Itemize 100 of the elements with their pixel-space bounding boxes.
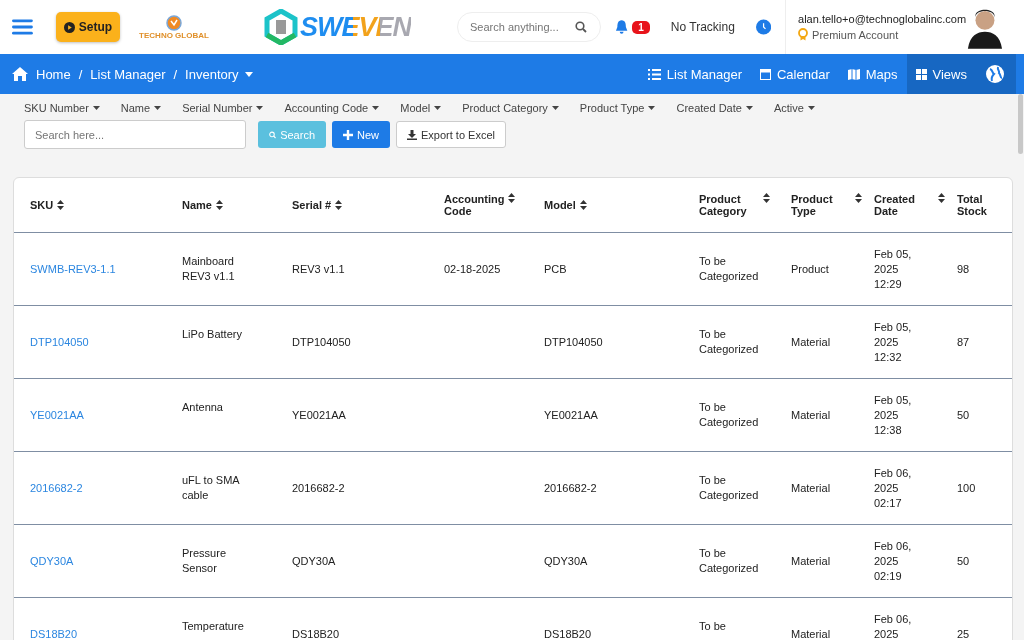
sku-link[interactable]: DTP104050 [30,335,89,348]
filter-dropdown[interactable]: Accounting Code [284,102,380,114]
grid-icon [915,68,927,80]
sort-icon[interactable] [508,193,515,203]
award-icon [798,28,809,41]
table-cell: Material [791,554,831,567]
table-cell: Feb 05, 2025 12:29 [874,247,912,290]
search-field[interactable]: Search here... [24,120,246,149]
caret-icon [154,106,162,110]
caret-icon [92,106,100,110]
company-logo-text: TECHNO GLOBAL [139,30,209,40]
table-cell: YE0021AA [544,408,598,421]
table-cell: Feb 06, 2025 02:17 [874,466,912,509]
column-header[interactable]: Serial # [292,199,332,211]
clock-icon[interactable] [755,19,772,35]
table-cell: 2016682-2 [544,481,597,494]
table-cell: To be Categorized [699,401,759,428]
sort-icon[interactable] [938,193,945,203]
filter-dropdown[interactable]: Serial Number [182,102,264,114]
sort-icon[interactable] [579,200,587,210]
nav-menu-item[interactable]: List Manager [638,54,751,94]
table-cell: Temperature [182,620,244,632]
table-cell: To be Categorized [699,474,759,501]
home-icon[interactable] [12,67,28,81]
table-cell: Feb 06, 2025 02:19 [874,539,912,582]
notification-badge: 1 [632,20,650,34]
column-header[interactable]: Created Date [874,193,934,217]
sort-icon[interactable] [57,200,65,210]
table-cell: 50 [957,408,970,421]
table-cell: Material [791,481,831,494]
column-header[interactable]: SKU [30,199,54,211]
table-cell: 100 [957,481,976,494]
breadcrumb-separator: / [78,66,83,82]
account-type: Premium Account [812,28,899,41]
table-cell: QDY30A [544,554,588,567]
column-header[interactable]: Total Stock [957,193,997,217]
table-cell: To be [699,620,726,632]
filter-dropdown[interactable]: Created Date [676,102,753,114]
table-cell: DTP104050 [292,335,351,348]
breadcrumb-link[interactable]: List Manager [90,66,166,82]
table-cell: Feb 05, 2025 12:32 [874,320,912,363]
scrollbar[interactable] [1018,94,1023,154]
table-cell: To be Categorized [699,255,759,282]
table-cell: DTP104050 [544,335,603,348]
caret-icon [256,106,264,110]
caret-icon [434,106,442,110]
column-header[interactable]: Product Type [791,193,851,217]
table-cell: 87 [957,335,970,348]
setup-button[interactable]: Setup [55,12,120,42]
table-cell: Pressure Sensor [182,547,227,574]
sort-icon[interactable] [335,200,343,210]
sku-link[interactable]: YE0021AA [30,408,84,421]
caret-icon [244,71,253,77]
sku-link[interactable]: SWMB-REV3-1.1 [30,262,116,275]
table-cell: Material [791,408,831,421]
table-cell: To be Categorized [699,328,759,355]
nav-menu-item[interactable]: Calendar [751,54,839,94]
table-cell: Antenna [182,401,223,413]
filter-dropdown[interactable]: Product Type [579,102,656,114]
table-cell: 02-18-2025 [444,262,501,275]
table-cell: YE0021AA [292,408,346,421]
globe-logo-icon [166,14,182,31]
menu-icon[interactable] [12,18,33,36]
filter-dropdown[interactable]: Model [400,102,442,114]
column-header[interactable]: Name [182,199,212,211]
sku-link[interactable]: QDY30A [30,554,74,567]
column-header[interactable]: Product Category [699,193,759,217]
sku-link[interactable]: 2016682-2 [30,481,83,494]
table-cell: uFL to SMA cable [182,474,240,501]
breadcrumb-link[interactable]: Inventory [185,66,253,82]
table-cell: 25 [957,627,970,640]
filter-dropdown[interactable]: Product Category [462,102,559,114]
filter-dropdown[interactable]: Name [120,102,162,114]
breadcrumb-link[interactable]: Home [36,66,71,82]
calendar-icon [760,68,771,80]
table-cell: REV3 v1.1 [292,262,345,275]
bell-icon[interactable] [615,19,629,35]
filter-dropdown[interactable]: Active [773,102,815,114]
caret-icon [745,106,753,110]
sort-icon[interactable] [763,193,770,203]
caret-icon [807,106,815,110]
table-cell: Feb 06, 2025 [874,612,912,640]
sort-icon[interactable] [215,200,223,210]
filter-dropdown[interactable]: SKU Number [24,102,100,114]
table-cell: DS18B20 [544,627,592,640]
export-button[interactable]: Export to Excel [396,121,506,148]
sku-link[interactable]: DS18B20 [30,627,78,640]
nav-menu-item[interactable]: Maps [838,54,907,94]
column-header[interactable]: Model [544,199,576,211]
play-icon [63,21,75,33]
user-email: alan.tello+o@technoglobalinc.com [798,13,967,25]
search-icon[interactable] [575,21,588,33]
plus-icon [343,129,353,140]
globe-icon[interactable] [986,65,1004,83]
table-cell: PCB [544,262,567,275]
new-button[interactable]: New [332,121,390,148]
table-cell: To be Categorized [699,547,759,574]
sort-icon[interactable] [855,193,862,203]
column-header[interactable]: Accounting Code [444,193,504,217]
nav-menu-item[interactable]: Views [906,54,976,94]
